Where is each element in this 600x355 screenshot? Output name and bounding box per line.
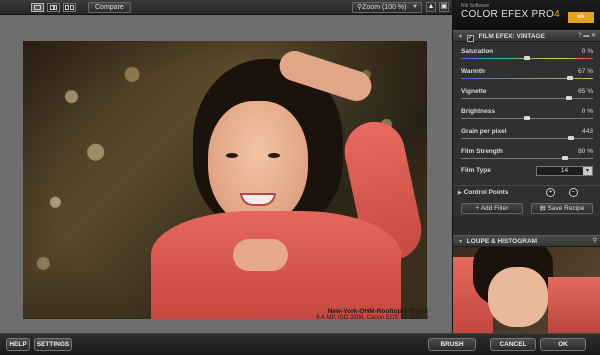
filter-enable-checkbox[interactable]: ✓ [466, 35, 474, 42]
zoom-select[interactable]: ⚲ Zoom (100 %) ▼ [352, 2, 422, 13]
control-points-label: Control Points [463, 189, 509, 196]
photo-preview[interactable] [23, 41, 427, 319]
single-view-button[interactable] [31, 3, 44, 12]
nik-logo: nik [568, 12, 594, 23]
slider-vignette[interactable]: Vignette 65 % [461, 88, 593, 106]
image-canvas[interactable]: New-York-OHM-Rooftop-175.psd 6.4 MP, ISO… [0, 15, 452, 333]
slider-saturation[interactable]: Saturation 0 % [461, 48, 593, 66]
slider-warmth[interactable]: Warmth 67 % [461, 68, 593, 86]
filter-actions: + Add Filter ▤ Save Recipe [453, 201, 600, 217]
compare-button[interactable]: Compare [88, 2, 131, 13]
film-type-select[interactable]: 14 ▼ [536, 166, 593, 176]
slider-brightness[interactable]: Brightness 0 % [461, 108, 593, 126]
split-view-button[interactable] [47, 3, 60, 12]
film-type-row: Film Type 14 ▼ [461, 166, 593, 177]
side-by-side-view-button[interactable] [63, 3, 76, 12]
filter-controls: Saturation 0 % Warmth 67 % Vignette 65 %… [453, 42, 600, 217]
chevron-down-icon: ▼ [412, 4, 418, 10]
bottom-bar: HELP SETTINGS BRUSH CANCEL OK [0, 333, 600, 355]
slider-thumb[interactable] [561, 156, 568, 160]
add-control-point-icon[interactable]: + [546, 188, 555, 197]
collapse-triangle-icon[interactable]: ▼ [458, 34, 463, 40]
film-type-label: Film Type [461, 167, 491, 174]
expand-triangle-icon[interactable]: ▶ [458, 190, 462, 196]
slider-thumb[interactable] [524, 116, 530, 120]
brand-version: 4 [554, 9, 560, 20]
ok-button[interactable]: OK [540, 338, 586, 351]
file-name: New-York-OHM-Rooftop-175.psd [327, 308, 428, 315]
remove-control-point-icon[interactable]: − [569, 188, 578, 197]
settings-button[interactable]: SETTINGS [34, 338, 72, 351]
zoom-value: Zoom (100 %) [362, 4, 407, 11]
file-info: New-York-OHM-Rooftop-175.psd 6.4 MP, ISO… [316, 308, 428, 321]
filter-menu-icon[interactable]: ? ▬ ✕ [578, 31, 596, 42]
slider-thumb[interactable] [565, 96, 572, 100]
slider-film-strength[interactable]: Film Strength 80 % [461, 148, 593, 166]
slider-thumb[interactable] [524, 56, 530, 60]
save-recipe-button[interactable]: ▤ Save Recipe [531, 203, 593, 214]
file-meta: 6.4 MP, ISO 3200, Canon EOS 5D Mark II [316, 315, 428, 321]
filter-title: FILM EFEX: VINTAGE [478, 33, 545, 40]
cancel-button[interactable]: CANCEL [490, 338, 536, 351]
background-color-icon[interactable]: ▲ [426, 2, 436, 12]
help-button[interactable]: HELP [6, 338, 30, 351]
filter-panel: Nik Software COLOR EFEX PRO4 nik ▼ ✓ FIL… [452, 0, 600, 333]
slider-thumb[interactable] [566, 76, 573, 80]
slider-thumb[interactable] [568, 136, 575, 140]
collapse-triangle-icon[interactable]: ▼ [458, 239, 463, 245]
film-type-value: 14 [560, 167, 569, 174]
control-points-row[interactable]: ▶ Control Points + − [453, 185, 600, 199]
chevron-down-icon: ▼ [583, 167, 592, 175]
loupe-title: LOUPE & HISTOGRAM [466, 238, 538, 245]
top-toolbar: Compare ⚲ Zoom (100 %) ▼ ▲ ▣ [0, 0, 452, 15]
loupe-header[interactable]: ▼ LOUPE & HISTOGRAM ⚲ [453, 235, 600, 247]
add-filter-button[interactable]: + Add Filter [461, 203, 523, 214]
brand-header: Nik Software COLOR EFEX PRO4 nik [453, 0, 600, 30]
loupe-preview[interactable] [453, 247, 600, 333]
fullscreen-icon[interactable]: ▣ [439, 2, 449, 12]
save-icon: ▤ [539, 205, 548, 212]
filter-header[interactable]: ▼ ✓ FILM EFEX: VINTAGE ? ▬ ✕ [453, 30, 600, 42]
pin-icon[interactable]: ⚲ [593, 236, 597, 247]
brush-button[interactable]: BRUSH [428, 338, 476, 351]
slider-grain-per-pixel[interactable]: Grain per pixel 443 [461, 128, 593, 146]
